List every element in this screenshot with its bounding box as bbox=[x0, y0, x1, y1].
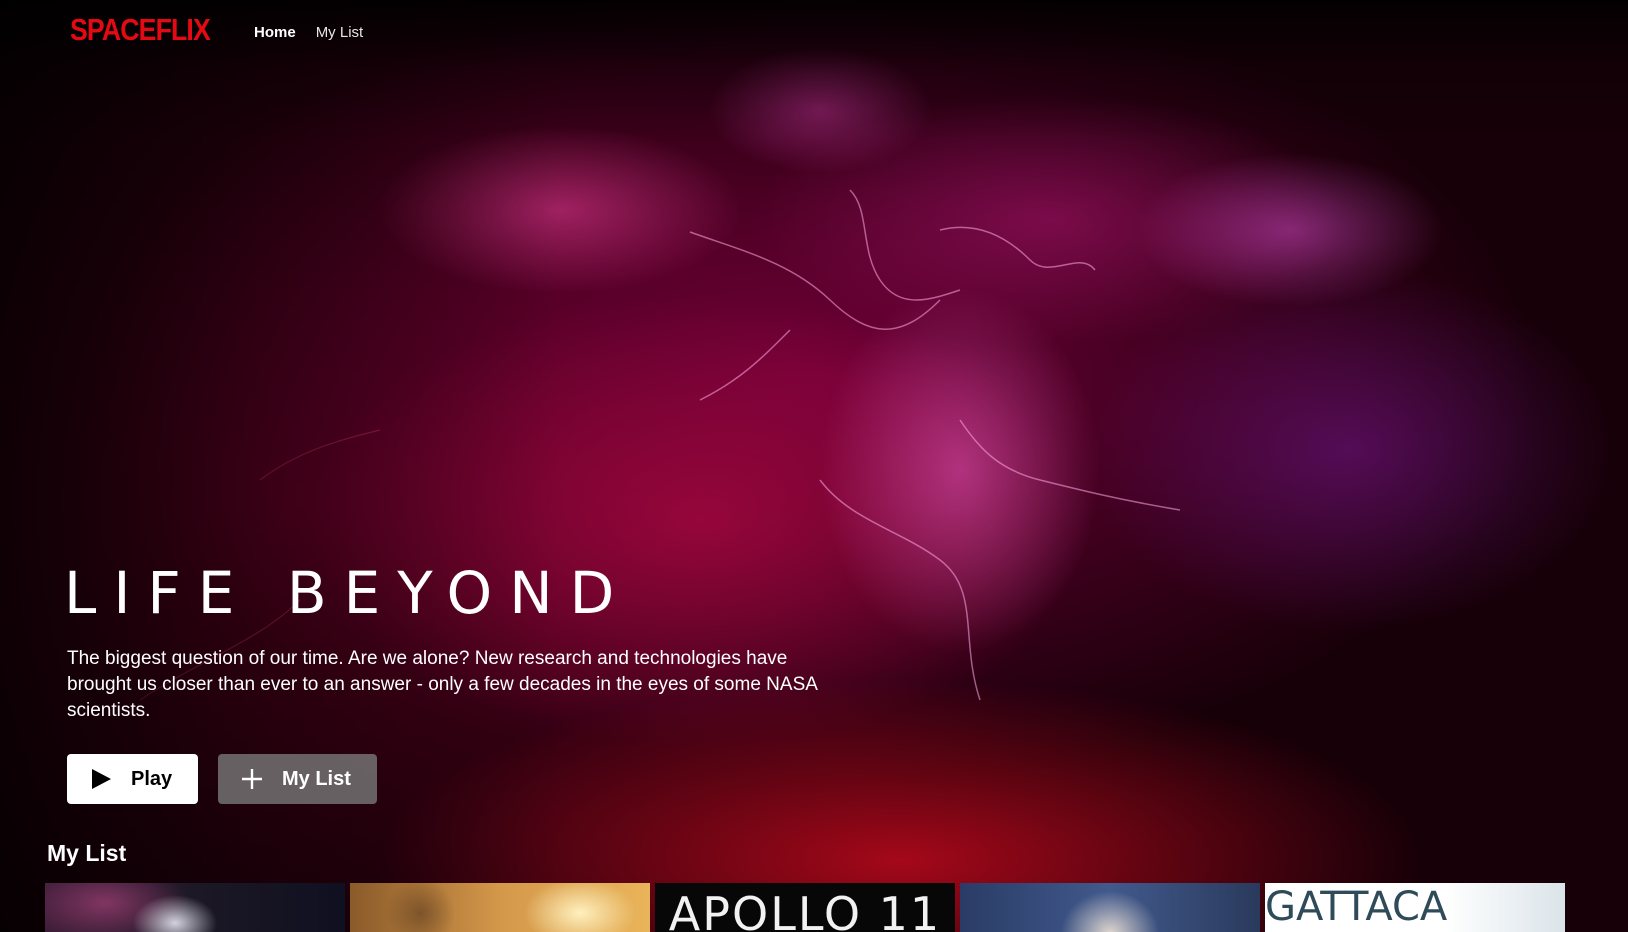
hero-description: The biggest question of our time. Are we… bbox=[67, 648, 817, 721]
play-button[interactable]: Play bbox=[67, 754, 198, 804]
my-list-button-label: My List bbox=[282, 767, 351, 790]
tile-label: GATTACA bbox=[1265, 884, 1448, 930]
tile-label: APOLLO 11 bbox=[668, 887, 942, 932]
nav-item-home[interactable]: Home bbox=[254, 24, 296, 41]
top-navigation: SPACEFLIX Home My List bbox=[0, 0, 1628, 66]
apollo-11-poster-tile[interactable]: APOLLO 11 bbox=[655, 883, 955, 932]
interstellar-poster-tile[interactable] bbox=[45, 883, 345, 932]
nav-item-my-list[interactable]: My List bbox=[316, 24, 364, 41]
spaceflix-page: SPACEFLIX Home My List LIFE BEYOND The b… bbox=[0, 0, 1628, 932]
play-button-label: Play bbox=[131, 767, 173, 790]
astronaut-desert-poster-tile[interactable] bbox=[350, 883, 650, 932]
spaceballs-poster-tile[interactable] bbox=[960, 883, 1260, 932]
play-icon bbox=[89, 767, 113, 791]
gattaca-poster-tile[interactable]: GATTACA bbox=[1265, 883, 1565, 932]
spaceflix-logo[interactable]: SPACEFLIX bbox=[70, 12, 211, 48]
plus-icon bbox=[240, 767, 264, 791]
my-list-row-title: My List bbox=[47, 840, 127, 866]
my-list-row: APOLLO 11 GATTACA bbox=[45, 883, 1565, 932]
nav-links: Home My List bbox=[254, 24, 363, 41]
add-to-my-list-button[interactable]: My List bbox=[218, 754, 377, 804]
hero-title: LIFE BEYOND bbox=[64, 559, 632, 627]
